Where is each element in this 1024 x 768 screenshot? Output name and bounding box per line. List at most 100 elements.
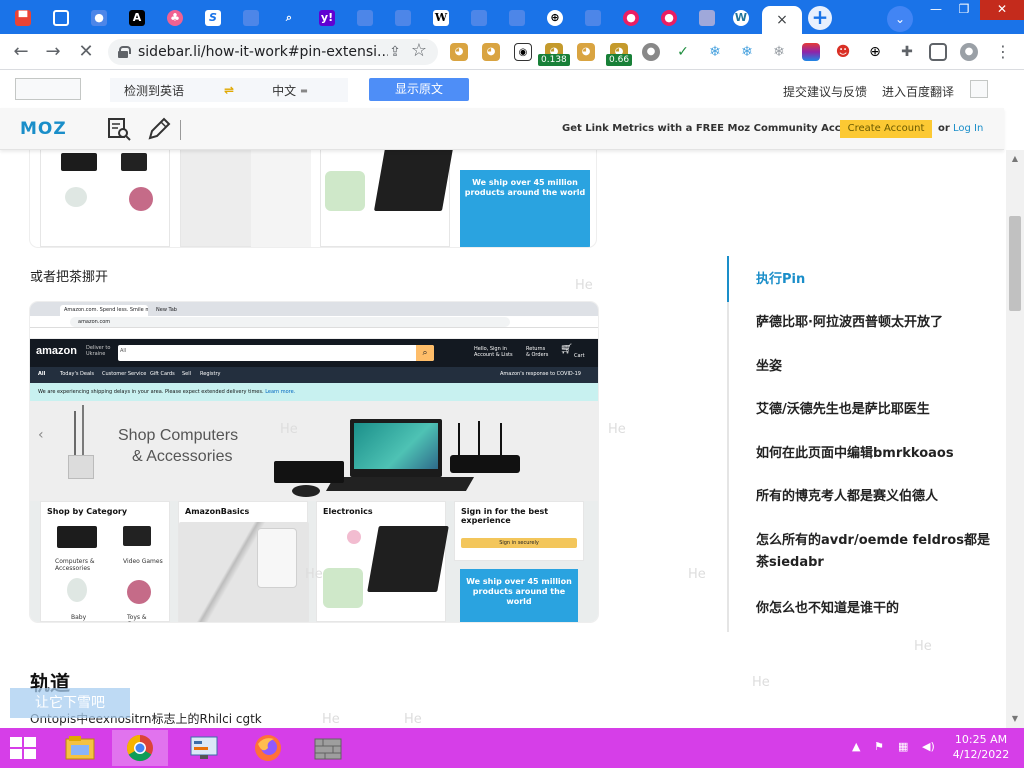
- doge-extension-icon[interactable]: ◕: [450, 43, 468, 61]
- toc-item[interactable]: 坐姿: [756, 356, 996, 378]
- gray-extension-icon[interactable]: ●: [642, 43, 660, 61]
- language-selector[interactable]: 检测到英语 ⇌ 中文 ▬: [110, 78, 348, 102]
- menu-dots-icon[interactable]: ⋮: [992, 42, 1014, 64]
- crosshair-icon[interactable]: ⊕: [866, 43, 884, 61]
- toc-item[interactable]: 艾德/沃德先生也是萨比耶医生: [756, 399, 996, 421]
- tab-17[interactable]: ●: [618, 6, 644, 30]
- tab-favicon-icon: [585, 10, 601, 26]
- taskbar-app[interactable]: [300, 730, 356, 766]
- page-scrollbar[interactable]: ▲ ▼: [1006, 150, 1024, 728]
- toc-item[interactable]: 所有的博克考人都是赛义伯德人: [756, 486, 996, 508]
- taskbar-chrome[interactable]: [112, 730, 168, 766]
- restore-button[interactable]: ❐: [950, 0, 978, 20]
- toc-active-indicator: [727, 256, 729, 302]
- tab-15[interactable]: ⊕: [542, 6, 568, 30]
- tab-19[interactable]: [694, 6, 720, 30]
- tab-close-icon[interactable]: ×: [776, 12, 788, 28]
- stop-loading-icon[interactable]: ✕: [75, 42, 97, 64]
- paragraph-text: 或者把茶挪开: [30, 270, 109, 285]
- tab-search-button[interactable]: ⌄: [887, 6, 913, 32]
- volume-icon[interactable]: ◀): [922, 740, 935, 753]
- snowflake-icon[interactable]: ❄: [706, 43, 724, 61]
- scroll-down-icon[interactable]: ▼: [1010, 714, 1020, 724]
- carousel-prev-icon: ‹: [38, 427, 44, 443]
- create-account-button[interactable]: Create Account: [840, 120, 932, 138]
- translate-settings-image[interactable]: [970, 80, 988, 98]
- highlight-pencil-icon[interactable]: [146, 116, 172, 142]
- scroll-up-icon[interactable]: ▲: [1010, 154, 1020, 164]
- toc-item[interactable]: 如何在此页面中编辑bmrkkoaos: [756, 443, 996, 465]
- swap-icon[interactable]: ⇌: [224, 83, 234, 97]
- moz-logo[interactable]: MOZ: [20, 119, 67, 139]
- tab-20[interactable]: W: [728, 6, 754, 30]
- mini-url: amazon.com: [70, 317, 510, 327]
- tab-11[interactable]: [390, 6, 416, 30]
- tab-active[interactable]: ×: [762, 6, 802, 34]
- forward-arrow-icon[interactable]: →: [42, 42, 64, 64]
- windows-start-icon[interactable]: [10, 737, 36, 759]
- sidebar-toggle-icon[interactable]: [929, 43, 947, 61]
- color-extension-icon[interactable]: [802, 43, 820, 61]
- extension-badge: 0.138: [538, 54, 570, 66]
- taskbar-firefox[interactable]: [240, 730, 296, 766]
- taskbar-control-panel[interactable]: [176, 730, 232, 766]
- back-arrow-icon[interactable]: ←: [10, 42, 32, 64]
- covid-link: Amazon's response to COVID-19: [500, 371, 581, 377]
- bookmark-star-icon[interactable]: ☆: [408, 41, 430, 63]
- tab-9[interactable]: y!: [314, 6, 340, 30]
- doge-extension-icon[interactable]: ◕: [482, 43, 500, 61]
- tab-7[interactable]: [238, 6, 264, 30]
- tab-2[interactable]: [48, 6, 74, 30]
- puzzle-icon[interactable]: ✚: [898, 43, 916, 61]
- tab-10[interactable]: [352, 6, 378, 30]
- tray-overflow-icon[interactable]: ▲: [852, 740, 860, 753]
- snowflake-icon[interactable]: ❄: [770, 43, 788, 61]
- moz-login-link[interactable]: Log In: [953, 123, 983, 134]
- tab-4[interactable]: A: [124, 6, 150, 30]
- tab-5[interactable]: ♣: [162, 6, 188, 30]
- panda-extension-icon[interactable]: ◉: [514, 43, 532, 61]
- tab-14[interactable]: [504, 6, 530, 30]
- share-icon[interactable]: ⇪: [384, 42, 406, 64]
- tab-16[interactable]: [580, 6, 606, 30]
- new-tab-button[interactable]: +: [808, 6, 832, 30]
- close-window-button[interactable]: ✕: [980, 0, 1024, 20]
- tab-3[interactable]: ●: [86, 6, 112, 30]
- chevron-down-icon[interactable]: ▬: [300, 86, 308, 95]
- flag-icon[interactable]: ⚑: [874, 740, 884, 753]
- amazon-search-bar: All ⌕: [118, 345, 434, 361]
- tab-6[interactable]: S: [200, 6, 226, 30]
- baidu-translate-link[interactable]: 进入百度翻译: [882, 83, 954, 100]
- profile-avatar-icon[interactable]: ●: [960, 43, 978, 61]
- minimize-button[interactable]: —: [922, 0, 950, 20]
- toc-item[interactable]: 萨德比耶·阿拉波西普顿太开放了: [756, 312, 996, 334]
- taskbar-file-explorer[interactable]: [52, 730, 108, 766]
- snow-toggle-label[interactable]: 让它下雪吧: [10, 688, 130, 718]
- target-language[interactable]: 中文: [272, 82, 296, 99]
- laptop-thumb: [61, 153, 97, 171]
- show-original-button[interactable]: 显示原文: [369, 78, 469, 101]
- doge-extension-icon[interactable]: ◕: [577, 43, 595, 61]
- hero-router-image: [450, 455, 520, 473]
- tab-8[interactable]: ⌕: [276, 6, 302, 30]
- tab-1[interactable]: ▀: [10, 6, 36, 30]
- toc-item[interactable]: 你怎么也不知道是谁干的: [756, 598, 996, 620]
- toc-item[interactable]: 怎么所有的avdr/oemde feldros都是茶siedabr: [756, 530, 996, 574]
- check-extension-icon[interactable]: ✓: [674, 43, 692, 61]
- browser-toolbar: ← → ✕ sidebar.li/how-it-work#pin-extensi…: [0, 34, 1024, 70]
- network-icon[interactable]: ▦: [898, 740, 908, 753]
- baby-thumb: [65, 187, 87, 207]
- amazon-screenshot-top: We ship over 45 million products around …: [30, 150, 596, 247]
- tab-18[interactable]: ●: [656, 6, 682, 30]
- tab-12[interactable]: W: [428, 6, 454, 30]
- toc-item-active[interactable]: 执行Pin: [756, 269, 996, 291]
- snowflake-icon[interactable]: ❄: [738, 43, 756, 61]
- system-clock[interactable]: 10:25 AM 4/12/2022: [948, 732, 1014, 762]
- scroll-thumb[interactable]: [1009, 216, 1021, 311]
- feedback-link[interactable]: 提交建议与反馈: [783, 83, 867, 100]
- ghost-text: He: [305, 567, 323, 582]
- face-extension-icon[interactable]: ☻: [834, 43, 852, 61]
- tab-13[interactable]: [466, 6, 492, 30]
- page-analysis-icon[interactable]: [106, 116, 132, 142]
- moz-toolbar: MOZ Get Link Metrics with a FREE Moz Com…: [0, 108, 1004, 150]
